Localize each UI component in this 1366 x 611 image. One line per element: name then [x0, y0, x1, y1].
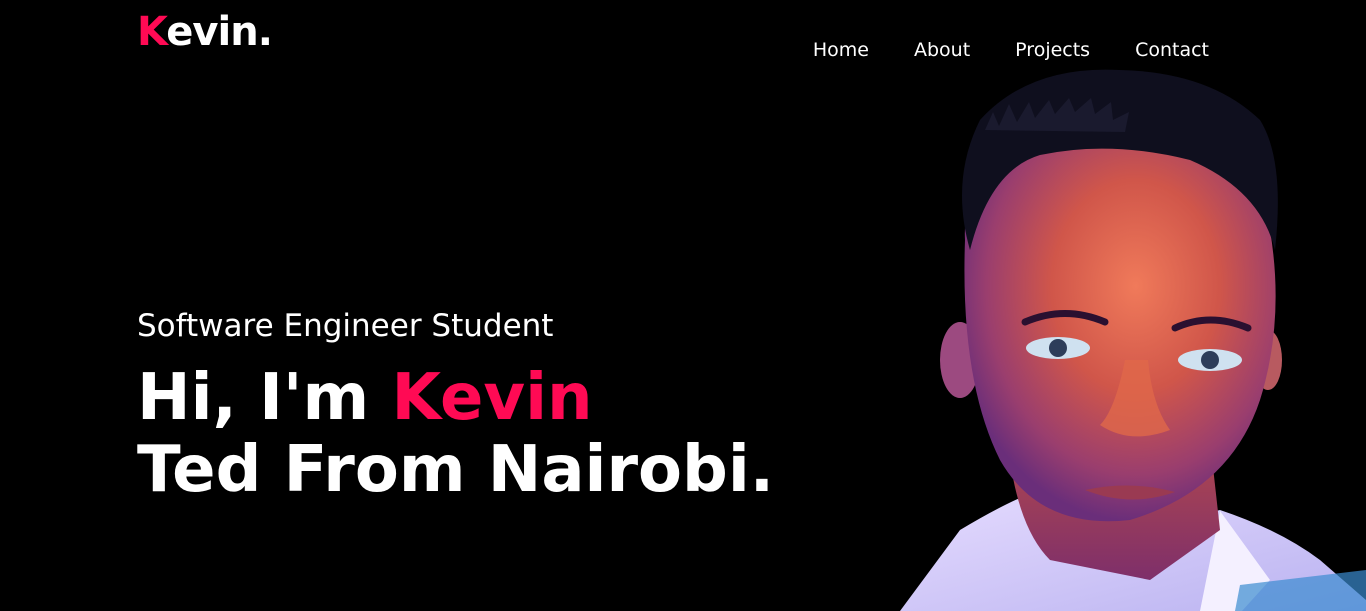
nav-home-link[interactable]: Home [813, 36, 869, 64]
site-logo[interactable]: Kevin. [137, 8, 273, 56]
hero-name: Kevin [391, 361, 593, 435]
hero-greeting: Hi, I'm [137, 361, 392, 435]
hero-subtitle: Software Engineer Student [137, 308, 554, 344]
page: Kevin. Home About Projects Contact Softw… [0, 0, 1366, 611]
logo-text: evin. [166, 9, 273, 55]
hero-line2: Ted From Nairobi. [137, 433, 775, 507]
hero-headline: Hi, I'm Kevin Ted From Nairobi. [137, 362, 774, 506]
logo-accent-letter: K [137, 9, 167, 55]
portrait-photo [900, 69, 1366, 611]
